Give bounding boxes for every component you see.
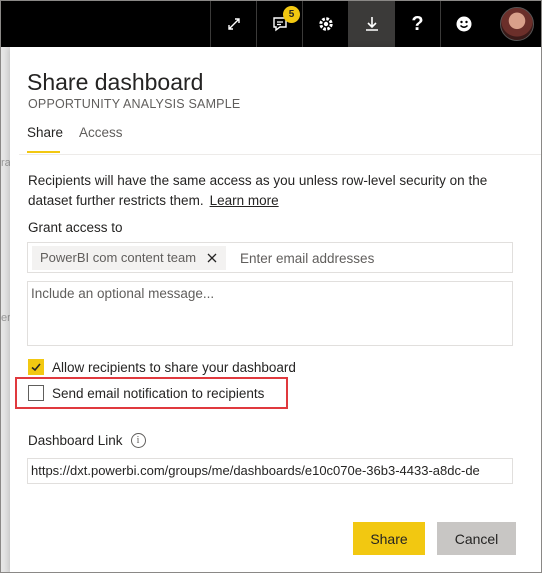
user-menu[interactable] xyxy=(493,1,541,47)
top-bar: 5 ? xyxy=(1,1,541,47)
divider xyxy=(19,154,541,155)
allow-share-option[interactable]: Allow recipients to share your dashboard xyxy=(28,358,296,376)
checkmark-icon xyxy=(31,363,41,372)
share-button[interactable]: Share xyxy=(353,522,425,555)
learn-more-link[interactable]: Learn more xyxy=(210,193,279,208)
send-email-checkbox[interactable] xyxy=(28,385,44,401)
dashboard-link-label: Dashboard Link i xyxy=(28,433,146,448)
allow-share-checkbox[interactable] xyxy=(28,359,44,375)
dashboard-link-field[interactable]: https://dxt.powerbi.com/groups/me/dashbo… xyxy=(27,458,513,484)
tab-share[interactable]: Share xyxy=(27,125,63,140)
send-email-option[interactable]: Send email notification to recipients xyxy=(28,384,264,402)
share-description: Recipients will have the same access as … xyxy=(28,171,498,211)
grant-access-label: Grant access to xyxy=(28,220,123,235)
panel-subtitle: OPPORTUNITY ANALYSIS SAMPLE xyxy=(28,97,241,111)
active-tab-indicator xyxy=(27,151,60,153)
email-input[interactable] xyxy=(240,247,508,269)
tab-access[interactable]: Access xyxy=(79,125,123,140)
allow-share-label: Allow recipients to share your dashboard xyxy=(52,359,296,375)
panel-title: Share dashboard xyxy=(27,69,204,95)
remove-recipient-icon[interactable] xyxy=(204,246,220,270)
send-email-label: Send email notification to recipients xyxy=(52,385,265,401)
info-icon[interactable]: i xyxy=(130,433,146,448)
recipient-chip-label: PowerBI com content team xyxy=(40,250,197,265)
feedback-icon[interactable] xyxy=(440,1,486,47)
expand-icon[interactable] xyxy=(210,1,256,47)
cancel-button[interactable]: Cancel xyxy=(437,522,516,555)
message-input[interactable] xyxy=(27,281,513,346)
dashboard-link-text: Dashboard Link xyxy=(28,433,123,448)
notification-count-badge: 5 xyxy=(283,6,300,23)
share-dashboard-panel: Share dashboard OPPORTUNITY ANALYSIS SAM… xyxy=(10,47,541,572)
recipient-chip: PowerBI com content team xyxy=(32,246,227,270)
avatar xyxy=(500,7,534,41)
recipients-field[interactable]: PowerBI com content team xyxy=(27,242,513,273)
download-icon[interactable] xyxy=(348,1,394,47)
notifications-button[interactable]: 5 xyxy=(256,1,302,47)
settings-icon[interactable] xyxy=(302,1,348,47)
app-window: 5 ? ra er Share dashboard OPPORTUNITY AN… xyxy=(0,0,542,573)
help-icon[interactable]: ? xyxy=(394,1,440,47)
